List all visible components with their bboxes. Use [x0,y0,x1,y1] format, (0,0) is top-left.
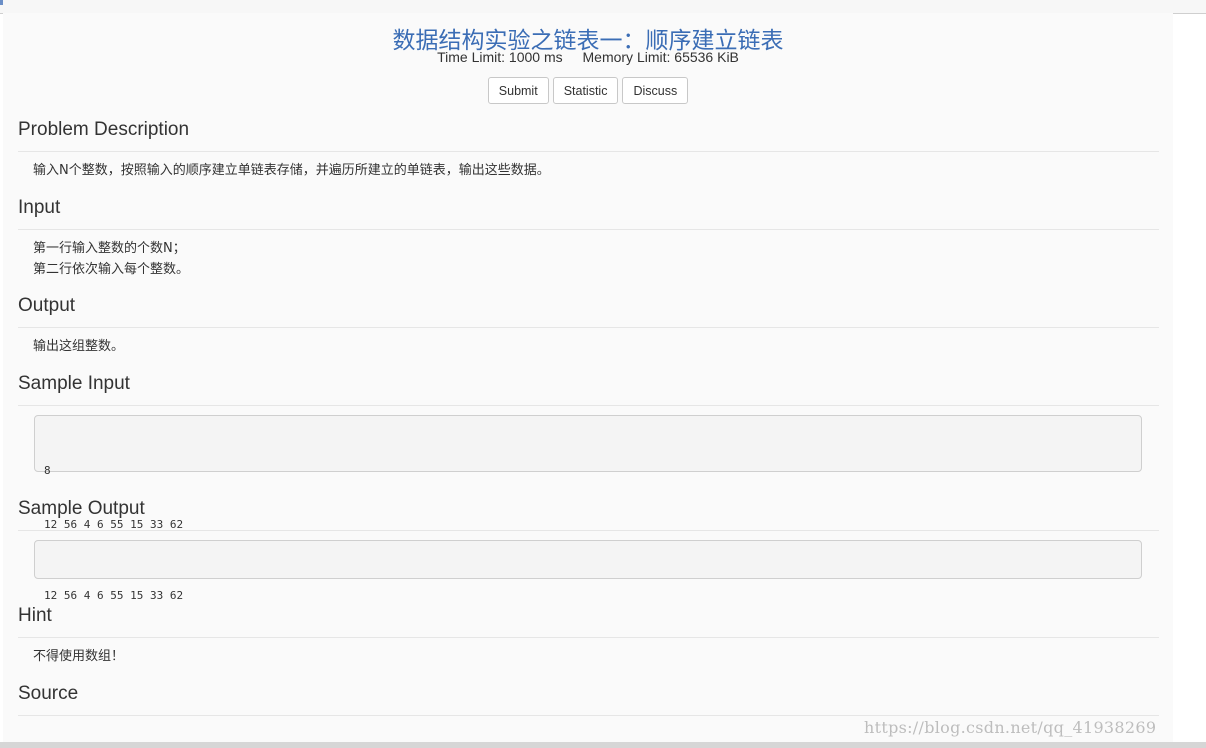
input-line-2: 第二行依次输入每个整数。 [33,262,190,277]
browser-top-bar [0,0,1206,14]
watermark-text: https://blog.csdn.net/qq_41938269 [864,718,1157,737]
hint-heading: Hint [18,605,52,626]
description-heading: Problem Description [18,119,190,140]
sample-input-line-2: 12 56 4 6 55 15 33 62 [44,518,184,531]
time-limit: Time Limit: 1000 ms [437,49,563,65]
divider [18,151,1159,152]
divider [18,715,1159,716]
description-text: 输入N个整数，按照输入的顺序建立单链表存储，并遍历所建立的单链表，输出这些数据。 [33,163,550,178]
output-heading: Output [18,295,76,316]
statistic-button[interactable]: Statistic [552,77,619,104]
submit-button[interactable]: Submit [487,77,549,104]
input-text: 第一行输入整数的个数N； 第二行依次输入每个整数。 [33,238,189,280]
discuss-button[interactable]: Discuss [622,77,689,104]
sample-output-line-1: 12 56 4 6 55 15 33 62 [44,589,184,602]
sample-input-block[interactable]: 8 12 56 4 6 55 15 33 62 [34,415,1142,531]
problem-limits: Time Limit: 1000 ms Memory Limit: 65536 … [3,49,1173,65]
sample-input-line-1: 8 [44,464,51,477]
divider [18,405,1159,406]
corner-mark [0,0,3,5]
input-line-1: 第一行输入整数的个数N； [33,241,186,256]
problem-panel: 数据结构实验之链表一：顺序建立链表 Time Limit: 1000 ms Me… [3,13,1173,742]
divider [18,229,1159,230]
memory-limit: Memory Limit: 65536 KiB [582,49,739,65]
input-heading: Input [18,197,61,218]
bottom-edge [0,742,1206,748]
sample-input-heading: Sample Input [18,373,130,394]
divider [18,327,1159,328]
sample-output-block[interactable]: 12 56 4 6 55 15 33 62 [34,540,1142,602]
action-buttons: Submit Statistic Discuss [3,77,1173,104]
output-text: 输出这组整数。 [33,339,125,354]
sample-output-heading: Sample Output [18,498,145,519]
divider [18,530,1159,531]
divider [18,637,1159,638]
source-heading: Source [18,683,79,704]
hint-text: 不得使用数组！ [33,649,125,664]
